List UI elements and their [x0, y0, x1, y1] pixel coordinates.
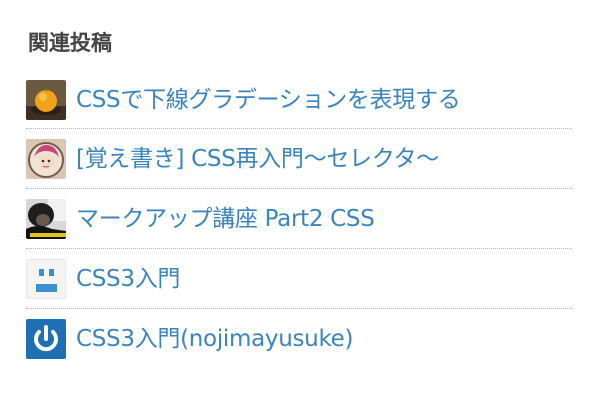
power-button-icon[interactable]	[26, 319, 66, 359]
anime-character-photo-icon[interactable]	[26, 138, 66, 179]
list-item: マークアップ講座 Part2 CSS	[26, 189, 572, 249]
list-item: CSSで下線グラデーションを表現する	[26, 72, 572, 129]
default-face-icon[interactable]	[26, 258, 66, 299]
person-portrait-photo-icon[interactable]	[26, 198, 66, 239]
post-link[interactable]: CSS3入門	[76, 264, 180, 294]
list-item: CSS3入門	[26, 249, 572, 309]
related-posts-heading: 関連投稿	[28, 31, 112, 55]
orange-fruit-photo-icon[interactable]	[26, 80, 66, 120]
post-link[interactable]: CSSで下線グラデーションを表現する	[76, 85, 461, 115]
post-link[interactable]: [覚え書き] CSS再入門〜セレクタ〜	[76, 144, 439, 174]
list-item: CSS3入門(nojimayusuke)	[26, 309, 572, 369]
related-posts-list: CSSで下線グラデーションを表現する [覚え書き] CSS再入門〜セレクタ〜 マ…	[26, 72, 572, 369]
post-link[interactable]: マークアップ講座 Part2 CSS	[76, 204, 375, 234]
post-link[interactable]: CSS3入門(nojimayusuke)	[76, 324, 353, 354]
list-item: [覚え書き] CSS再入門〜セレクタ〜	[26, 129, 572, 189]
related-posts-widget: 関連投稿 CSSで下線グラデーションを表現する [覚え書き] CSS再入門〜セレ…	[0, 0, 594, 414]
